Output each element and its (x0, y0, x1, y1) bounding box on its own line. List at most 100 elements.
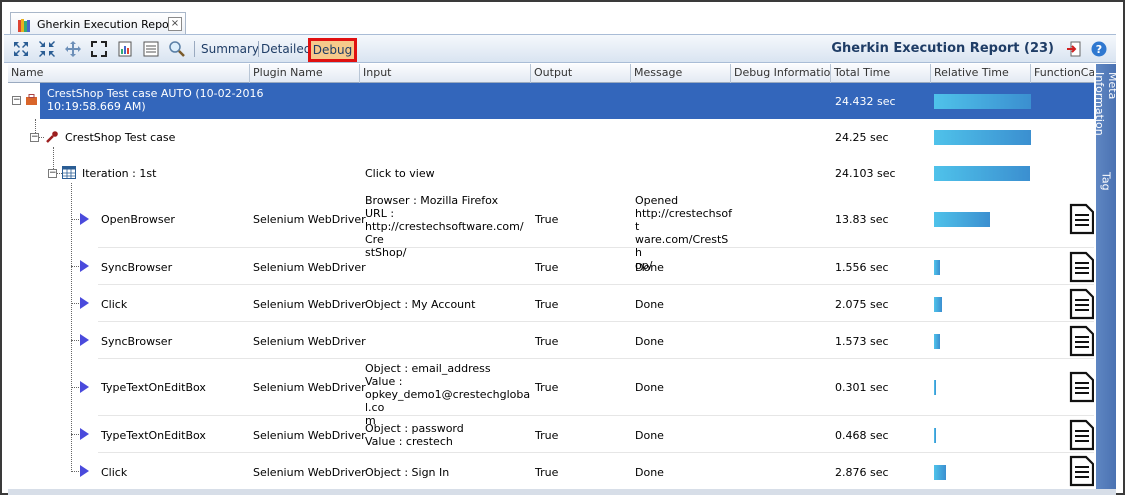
row-name: SyncBrowser (101, 261, 173, 274)
column-header-debug-info[interactable]: Debug Information (731, 64, 831, 83)
help-icon[interactable]: ? (1090, 40, 1108, 58)
column-header-function-call[interactable]: FunctionCall (1031, 64, 1094, 83)
horizontal-scrollbar[interactable] (8, 489, 1116, 495)
relative-time-bar (934, 380, 936, 395)
relative-time-bar (934, 94, 1031, 109)
table-row[interactable]: OpenBrowser Selenium WebDriver Browser :… (8, 191, 1094, 272)
export-report-icon[interactable] (116, 40, 134, 58)
column-header-name[interactable]: Name (8, 64, 250, 83)
tab-label: Gherkin Execution Report (37, 18, 178, 31)
table-row[interactable]: − CrestShop Test case AUTO (10-02-2016 1… (8, 83, 1094, 119)
tree-branch (71, 434, 79, 435)
document-icon[interactable] (1069, 419, 1094, 451)
relative-time-track (934, 94, 1032, 109)
row-total-time: 1.573 sec (835, 335, 889, 348)
document-icon[interactable] (1069, 203, 1094, 235)
table-row[interactable]: Click Selenium WebDriver Object : Sign I… (8, 453, 1094, 489)
row-output: True (535, 261, 559, 274)
collapse-icon[interactable]: − (30, 133, 39, 142)
row-plugin: Selenium WebDriver (253, 429, 366, 442)
row-name: OpenBrowser (101, 213, 175, 226)
collapse-all-icon[interactable] (38, 40, 56, 58)
tab-strip: Gherkin Execution Report × (4, 4, 1123, 36)
row-name: TypeTextOnEditBox (101, 381, 206, 394)
tab-tag[interactable]: Tag (1096, 168, 1116, 198)
table-row[interactable]: TypeTextOnEditBox Selenium WebDriver Obj… (8, 359, 1094, 427)
step-play-icon (80, 334, 89, 346)
relative-time-track (934, 130, 1032, 145)
relative-time-bar (934, 130, 1031, 145)
document-icon[interactable] (1069, 251, 1094, 283)
row-input: Object : password Value : crestech (365, 422, 464, 448)
step-play-icon (80, 465, 89, 477)
column-header-message[interactable]: Message (631, 64, 731, 83)
row-message: Done (635, 381, 664, 394)
row-input: Object : Sign In (365, 466, 450, 479)
row-output: True (535, 381, 559, 394)
row-output: True (535, 213, 559, 226)
document-icon[interactable] (1069, 371, 1094, 403)
summary-button[interactable]: Summary (201, 42, 259, 56)
move-icon[interactable] (64, 40, 82, 58)
exit-icon[interactable] (1065, 40, 1083, 58)
relative-time-track (934, 428, 1032, 443)
column-header-plugin[interactable]: Plugin Name (250, 64, 360, 83)
toolbar-separator (258, 41, 259, 57)
step-play-icon (80, 381, 89, 393)
log-icon[interactable] (142, 40, 160, 58)
relative-time-bar (934, 212, 990, 227)
search-icon[interactable] (168, 40, 186, 58)
relative-time-bar (934, 260, 940, 275)
toolbar: Summary Detailed Debug Gherkin Execution… (4, 34, 1116, 63)
row-total-time: 2.075 sec (835, 298, 889, 311)
row-name: TypeTextOnEditBox (101, 429, 206, 442)
row-plugin: Selenium WebDriver (253, 298, 366, 311)
tree-branch (71, 219, 79, 220)
tree-branch (71, 266, 79, 267)
column-header-total-time[interactable]: Total Time (831, 64, 931, 83)
relative-time-bar (934, 166, 1030, 181)
row-plugin: Selenium WebDriver (253, 466, 366, 479)
row-plugin: Selenium WebDriver (253, 381, 366, 394)
table-row[interactable]: Click Selenium WebDriver Object : My Acc… (8, 285, 1094, 322)
table-row[interactable]: − Iteration : 1st Click to view 24.103 s… (8, 155, 1094, 191)
tree-branch (71, 340, 79, 341)
collapse-icon[interactable]: − (48, 169, 57, 178)
column-header-input[interactable]: Input (360, 64, 531, 83)
table-row[interactable]: SyncBrowser Selenium WebDriver True Done… (8, 322, 1094, 359)
fullscreen-icon[interactable] (90, 40, 108, 58)
wrench-icon (46, 131, 58, 143)
document-icon[interactable] (1069, 455, 1094, 487)
relative-time-bar (934, 334, 940, 349)
document-icon[interactable] (1069, 325, 1094, 357)
relative-time-bar (934, 465, 946, 480)
tab-meta-information[interactable]: Meta Information (1093, 68, 1119, 160)
column-header-output[interactable]: Output (531, 64, 631, 83)
collapse-icon[interactable]: − (12, 96, 21, 105)
row-name: SyncBrowser (101, 335, 173, 348)
table-row[interactable]: − CrestShop Test case 24.25 sec (8, 119, 1094, 155)
tab-gherkin-report[interactable]: Gherkin Execution Report × (10, 12, 186, 36)
step-play-icon (80, 213, 89, 225)
relative-time-bar (934, 428, 936, 443)
toolbar-separator (194, 41, 195, 57)
debug-button[interactable]: Debug (308, 38, 357, 62)
expand-all-icon[interactable] (12, 40, 30, 58)
row-name: Click (101, 466, 128, 479)
row-total-time: 24.103 sec (835, 167, 896, 180)
row-name: Iteration : 1st (82, 167, 157, 180)
table-row[interactable]: TypeTextOnEditBox Selenium WebDriver Obj… (8, 416, 1094, 453)
tab-close-icon[interactable]: × (168, 17, 182, 31)
row-total-time: 0.301 sec (835, 381, 889, 394)
column-header-relative-time[interactable]: Relative Time (931, 64, 1031, 83)
click-to-view-link[interactable]: Click to view (365, 167, 435, 180)
table-row[interactable]: SyncBrowser Selenium WebDriver True Done… (8, 248, 1094, 285)
document-icon[interactable] (1069, 288, 1094, 320)
step-play-icon (80, 297, 89, 309)
detailed-button[interactable]: Detailed (261, 42, 311, 56)
row-message: Done (635, 261, 664, 274)
report-window: Gherkin Execution Report × Summary Detai… (0, 0, 1125, 495)
report-books-icon (18, 18, 30, 32)
row-output: True (535, 335, 559, 348)
row-total-time: 1.556 sec (835, 261, 889, 274)
